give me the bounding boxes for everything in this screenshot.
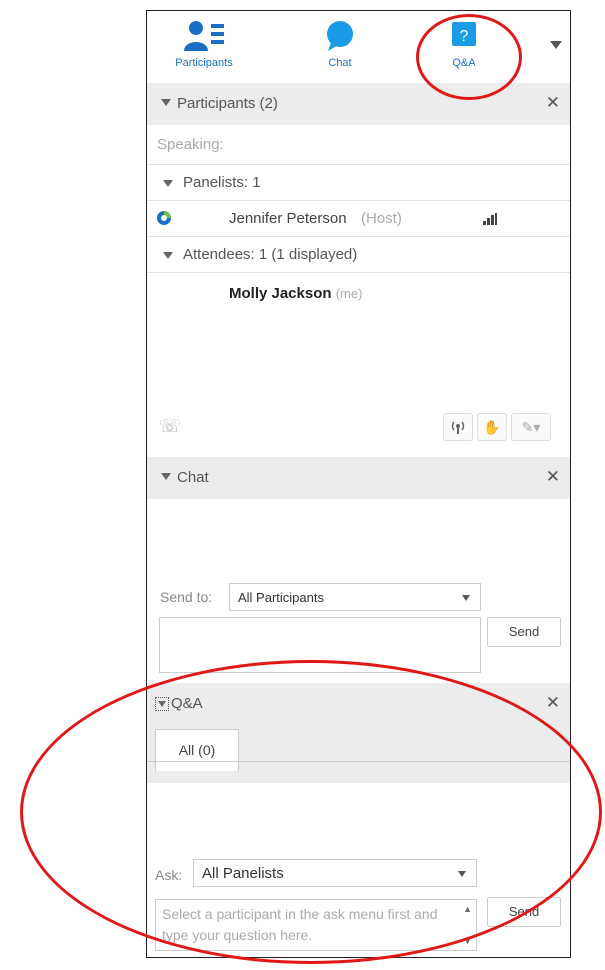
- participants-tab-label: Participants: [175, 57, 233, 69]
- attendees-group-row[interactable]: Attendees: 1 (1 displayed): [147, 237, 570, 273]
- ask-label: Ask:: [155, 867, 183, 883]
- qa-tab-all[interactable]: All (0): [155, 729, 239, 771]
- chat-header-title: Chat: [177, 469, 209, 486]
- send-to-label: Send to:: [160, 589, 213, 605]
- qa-section-header: Q&A ✕ All (0): [147, 683, 570, 783]
- chat-section-header[interactable]: Chat ✕: [147, 457, 570, 499]
- panelist-role: (Host): [361, 210, 402, 227]
- webex-side-panel: Participants Chat ? Q&A Participants (2)…: [146, 10, 571, 958]
- audio-level-icon: [483, 212, 497, 229]
- speaking-label: Speaking:: [157, 136, 224, 153]
- close-chat-icon[interactable]: ✕: [546, 467, 560, 487]
- participants-icon: [159, 19, 249, 53]
- close-qa-icon[interactable]: ✕: [546, 693, 560, 713]
- host-status-icon: [156, 210, 172, 230]
- send-to-dropdown-icon: [462, 595, 470, 601]
- qa-tab-label: Q&A: [452, 57, 476, 69]
- wireless-audio-icon[interactable]: [443, 413, 473, 441]
- participants-header-title: Participants (2): [177, 95, 278, 112]
- attendees-label: Attendees: 1 (1 displayed): [183, 246, 358, 263]
- ask-dropdown-icon: [458, 871, 466, 877]
- panelists-collapse-icon[interactable]: [163, 180, 173, 187]
- attendee-name: Molly Jackson: [229, 285, 332, 302]
- annotation-pen-dropdown-icon[interactable]: ✎▾: [511, 413, 551, 441]
- more-options-arrow-icon[interactable]: [550, 41, 562, 49]
- scroll-up-icon[interactable]: ▲: [463, 904, 472, 914]
- attendees-collapse-icon[interactable]: [163, 252, 173, 259]
- question-icon: ?: [419, 19, 509, 53]
- chat-tab-button[interactable]: Chat: [295, 19, 385, 69]
- raise-hand-icon[interactable]: ✋: [477, 413, 507, 441]
- participants-section-header[interactable]: Participants (2) ✕: [147, 83, 570, 125]
- panel-toolbar: Participants Chat ? Q&A: [147, 11, 570, 83]
- question-placeholder: Select a participant in the ask menu fir…: [162, 906, 438, 943]
- attendee-tag: (me): [335, 286, 363, 301]
- qa-tab-button[interactable]: ? Q&A: [419, 19, 509, 69]
- attendee-row[interactable]: Molly Jackson (me): [229, 285, 362, 302]
- chat-message-input[interactable]: [159, 617, 481, 673]
- scroll-down-icon[interactable]: ▼: [463, 936, 472, 946]
- chat-collapse-icon[interactable]: [161, 473, 171, 480]
- svg-text:?: ?: [460, 28, 469, 45]
- close-participants-icon[interactable]: ✕: [546, 93, 560, 113]
- participants-tab-button[interactable]: Participants: [159, 19, 249, 69]
- panelists-group-row[interactable]: Panelists: 1: [147, 165, 570, 201]
- ask-select[interactable]: All Panelists: [193, 859, 477, 887]
- chat-bubble-icon: [295, 19, 385, 53]
- chat-tab-label: Chat: [328, 57, 352, 69]
- qa-header-title: Q&A: [171, 695, 203, 712]
- qa-send-button[interactable]: Send: [487, 897, 561, 927]
- send-to-select[interactable]: All Participants: [229, 583, 481, 611]
- panelist-row[interactable]: Jennifer Peterson (Host): [147, 201, 570, 237]
- phone-help-icon[interactable]: ☏: [155, 413, 185, 441]
- question-input[interactable]: Select a participant in the ask menu fir…: [155, 899, 477, 951]
- panelists-label: Panelists: 1: [183, 174, 261, 191]
- ask-value: All Panelists: [202, 865, 284, 882]
- chat-send-button[interactable]: Send: [487, 617, 561, 647]
- speaking-row: Speaking:: [147, 125, 570, 165]
- qa-collapse-box-icon[interactable]: [155, 697, 169, 711]
- send-to-value: All Participants: [238, 590, 324, 605]
- qa-tab-divider: [147, 761, 570, 762]
- panelist-name: Jennifer Peterson: [229, 210, 347, 227]
- collapse-triangle-icon[interactable]: [161, 99, 171, 106]
